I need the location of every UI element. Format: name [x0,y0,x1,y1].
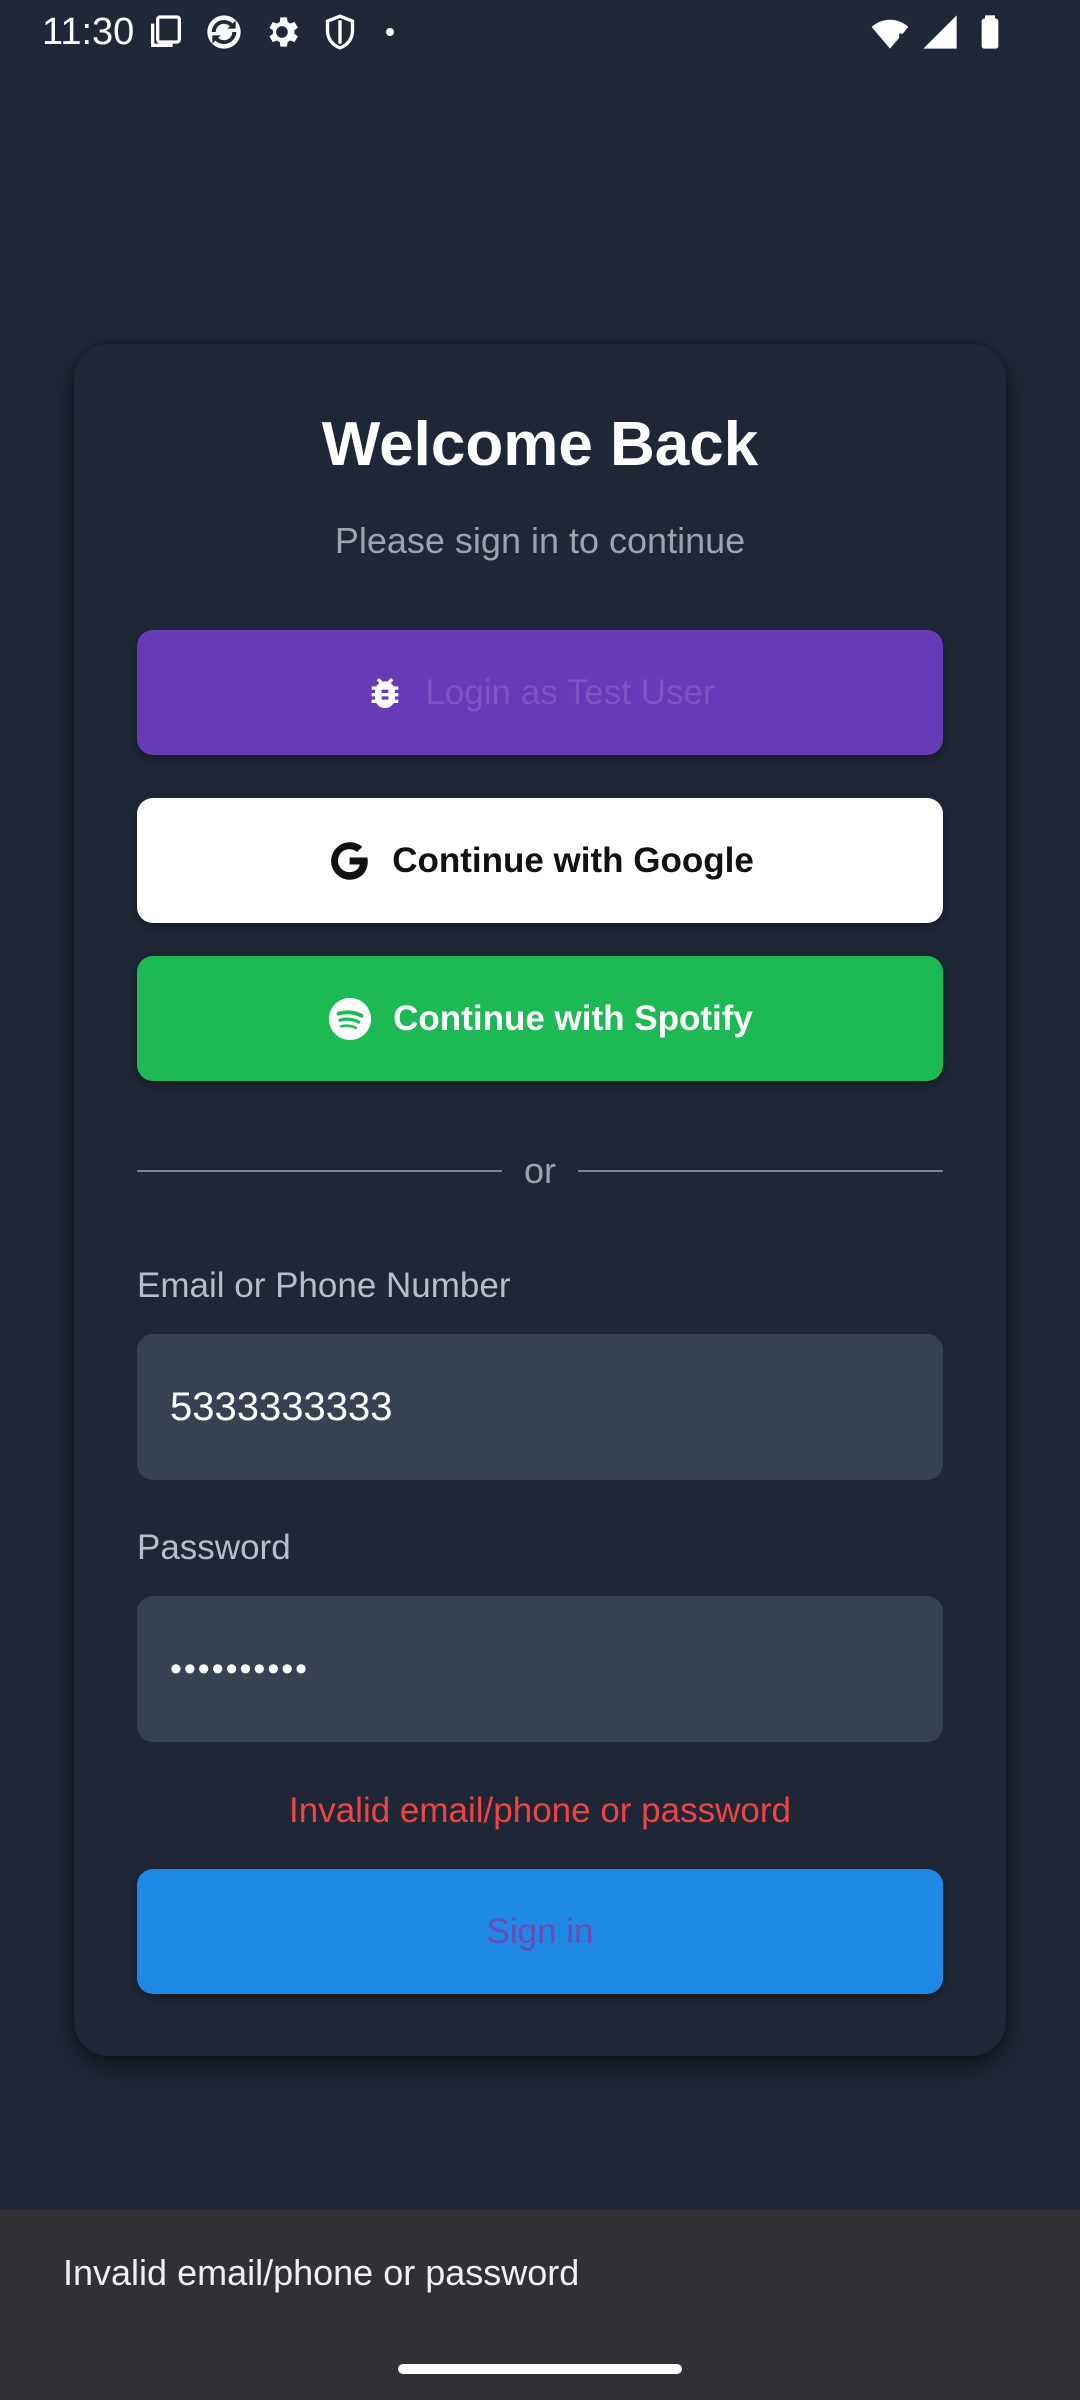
email-field[interactable]: 5333333333 [137,1334,943,1480]
status-bar: 11:30 [0,0,1080,64]
status-time: 11:30 [42,11,135,53]
login-test-user-button[interactable]: Login as Test User [137,630,943,755]
status-icons-right [870,10,1010,54]
google-icon [331,841,368,880]
divider-line-right [578,1170,944,1172]
sync-icon [207,15,241,49]
error-message: Invalid email/phone or password [289,1791,791,1830]
divider-line-left [137,1170,502,1172]
sign-in-button[interactable]: Sign in [137,1869,943,1994]
login-test-user-label: Login as Test User [425,672,715,712]
page-title: Welcome Back [321,410,759,479]
spotify-icon [329,997,372,1040]
or-divider: or [137,1148,944,1194]
continue-with-google-label: Continue with Google [392,840,754,880]
dot-icon [386,28,394,36]
shield-icon [325,14,355,50]
bug-icon [372,677,399,708]
divider-text: or [524,1150,557,1191]
status-icons-left [146,10,402,54]
settings-icon [269,17,298,47]
continue-with-google-button[interactable]: Continue with Google [137,798,943,923]
page-subtitle: Please sign in to continue [334,520,746,561]
battery-icon [981,15,999,49]
home-indicator[interactable] [398,2364,682,2374]
password-value: •••••••••• [170,1649,310,1688]
password-field[interactable]: •••••••••• [137,1596,943,1742]
snackbar-message: Invalid email/phone or password [63,2252,580,2293]
wifi-icon [871,19,909,49]
screenshot-icon [151,15,181,47]
signal-icon [923,15,957,49]
password-label: Password [137,1528,291,1567]
sign-in-label: Sign in [486,1911,594,1951]
continue-with-spotify-label: Continue with Spotify [393,998,753,1038]
email-value: 5333333333 [170,1384,393,1429]
email-label: Email or Phone Number [137,1266,511,1305]
continue-with-spotify-button[interactable]: Continue with Spotify [137,956,943,1081]
